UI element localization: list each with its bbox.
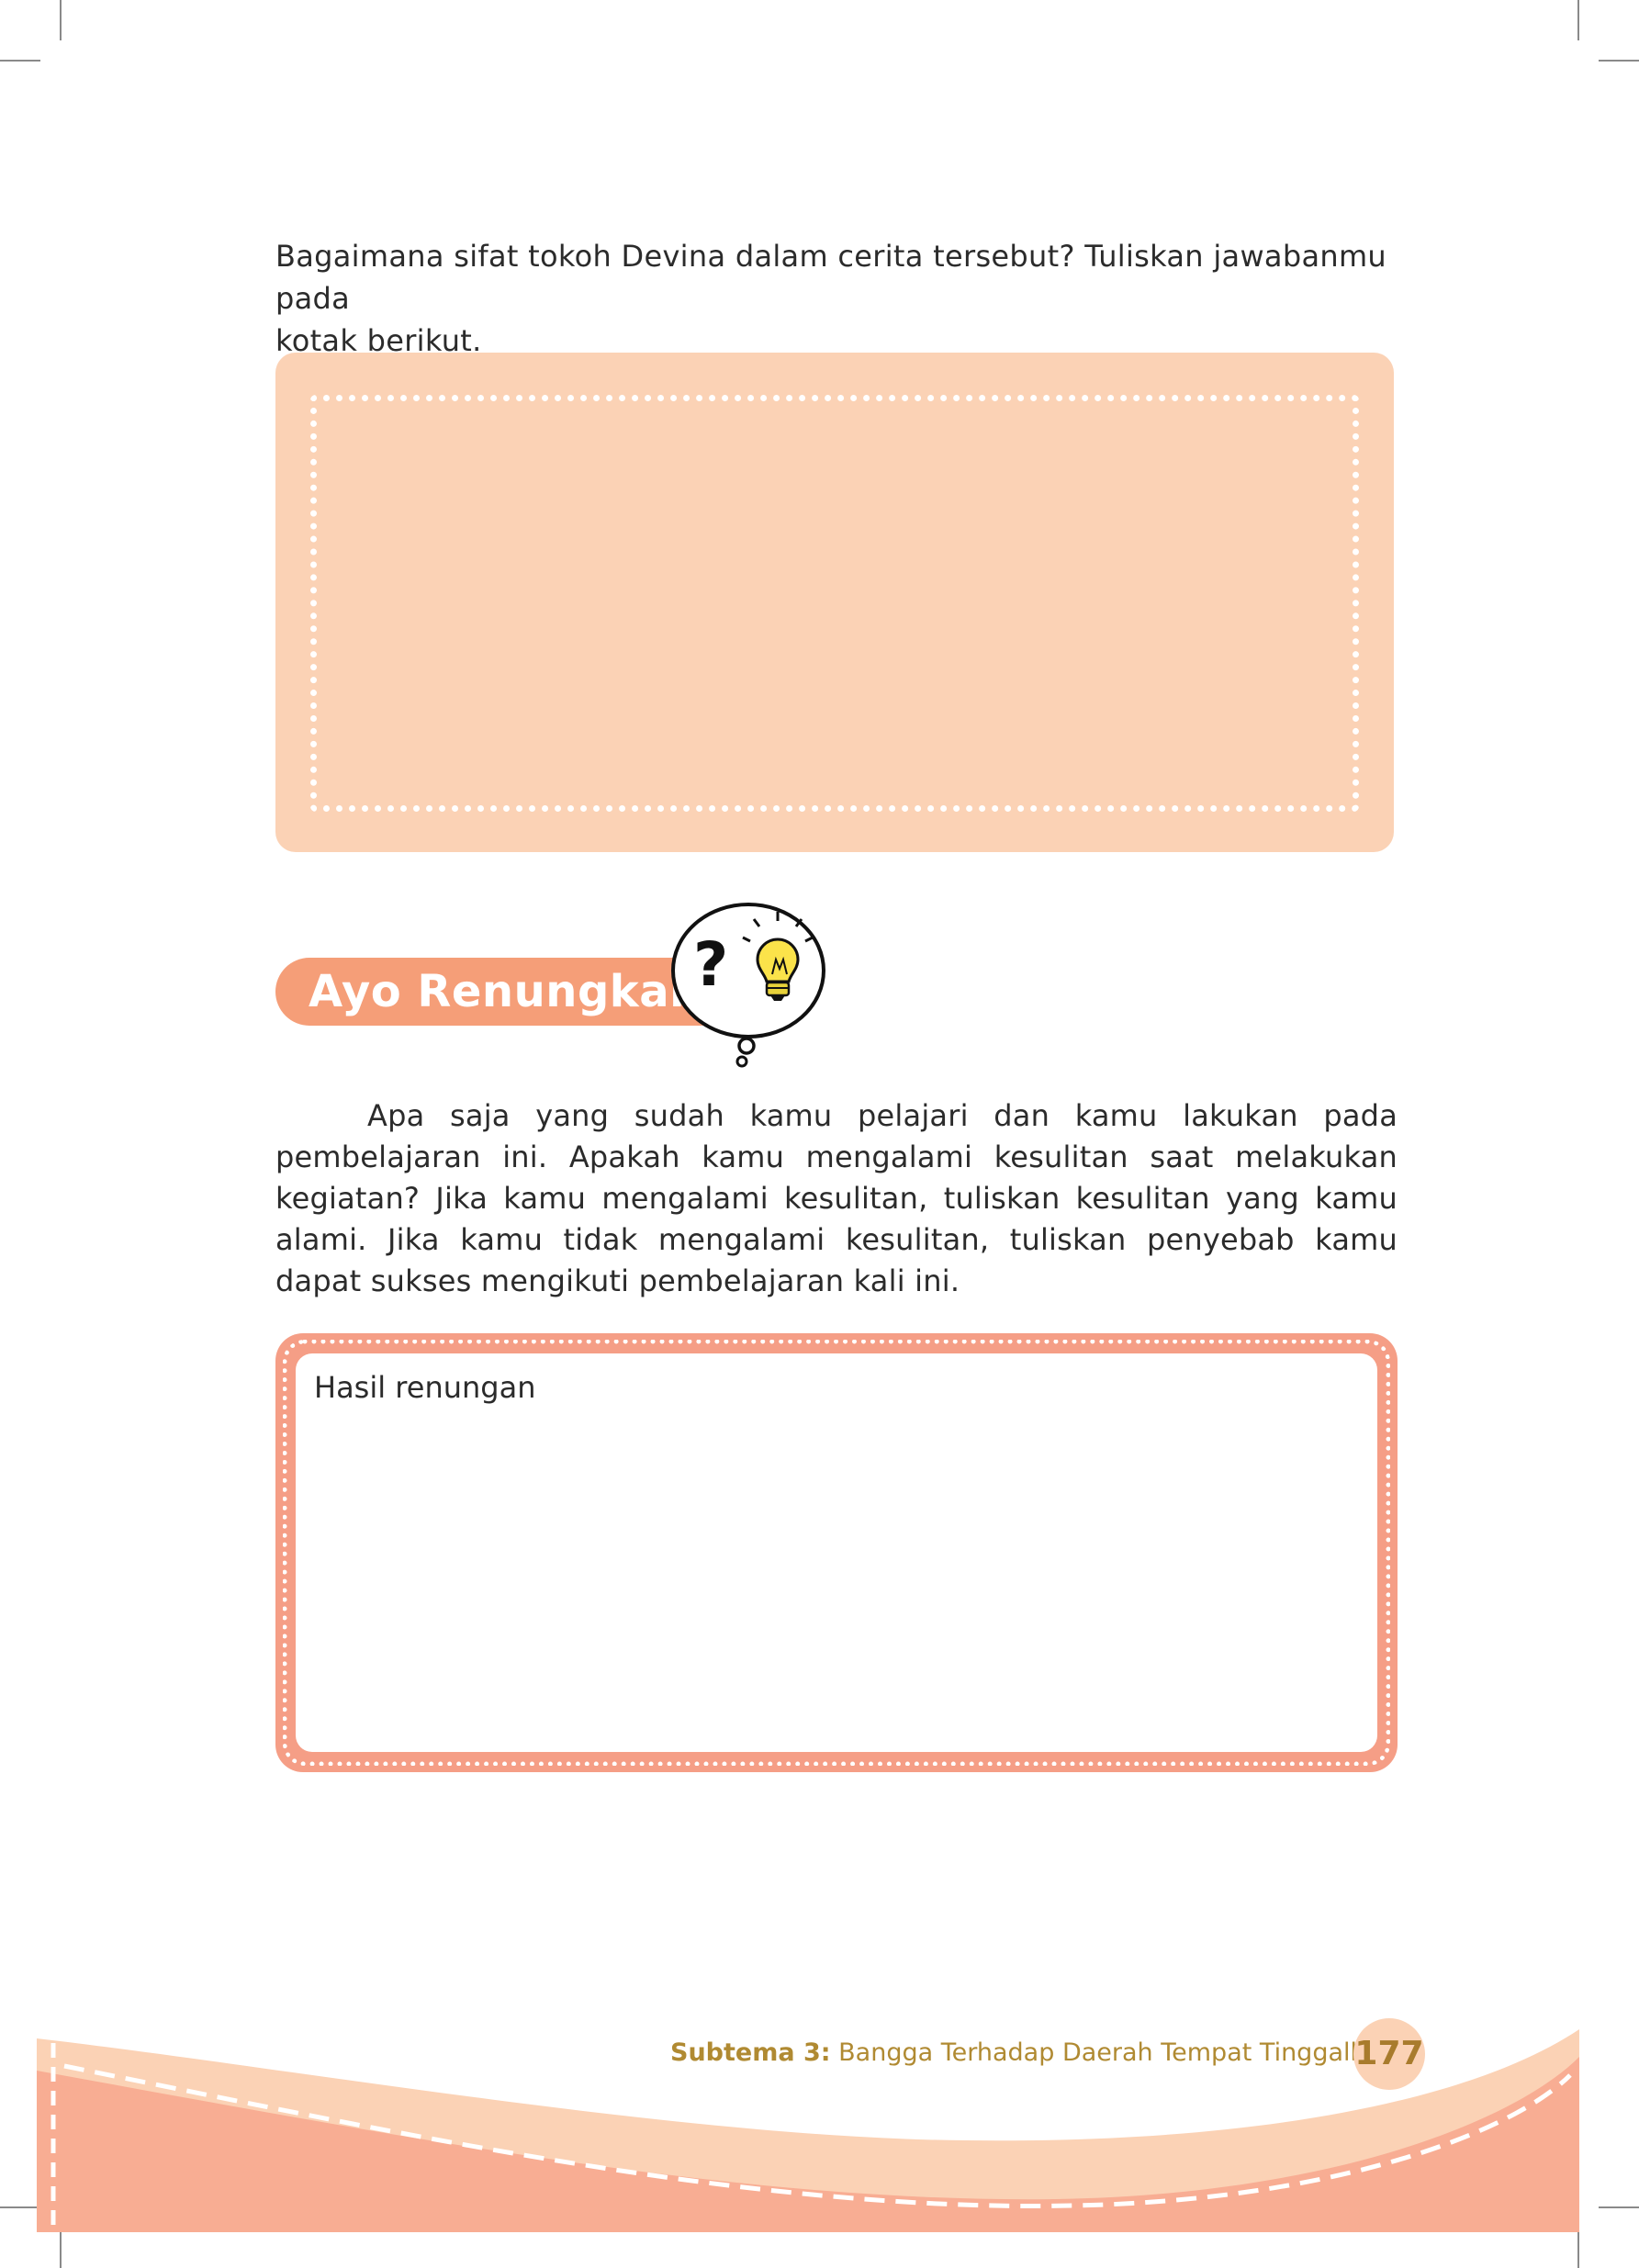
footer-subtheme-label: Subtema 3:	[670, 2038, 831, 2067]
section-banner: Ayo Renungkan	[275, 958, 725, 1026]
reflection-instructions: Apa saja yang sudah kamu pelajari dan ka…	[275, 1098, 1398, 1298]
crop-mark	[60, 0, 62, 40]
crop-mark	[1599, 60, 1639, 62]
footer-subtheme-title: Bangga Terhadap Daerah Tempat Tinggalku	[838, 2038, 1380, 2067]
thought-bubble-icon: ?	[671, 903, 825, 1068]
reflection-result-box[interactable]: Hasil renungan	[296, 1353, 1377, 1752]
crop-mark	[1577, 0, 1579, 40]
question-line-1: Bagaimana sifat tokoh Devina dalam cerit…	[275, 239, 1386, 316]
section-title: Ayo Renungkan	[309, 966, 702, 1017]
crop-mark	[0, 60, 40, 62]
answer-box[interactable]	[275, 353, 1394, 852]
page-number: 177	[1353, 2018, 1425, 2090]
result-box-label: Hasil renungan	[314, 1370, 536, 1405]
question-text: Bagaimana sifat tokoh Devina dalam cerit…	[275, 235, 1423, 362]
question-mark-icon: ?	[693, 929, 728, 1000]
reflection-result-frame: Hasil renungan	[275, 1333, 1398, 1772]
svg-text:?: ?	[693, 929, 728, 1000]
answer-box-dotted-border	[310, 395, 1359, 812]
footer-subtheme: Subtema 3: Bangga Terhadap Daerah Tempat…	[670, 2038, 1379, 2067]
